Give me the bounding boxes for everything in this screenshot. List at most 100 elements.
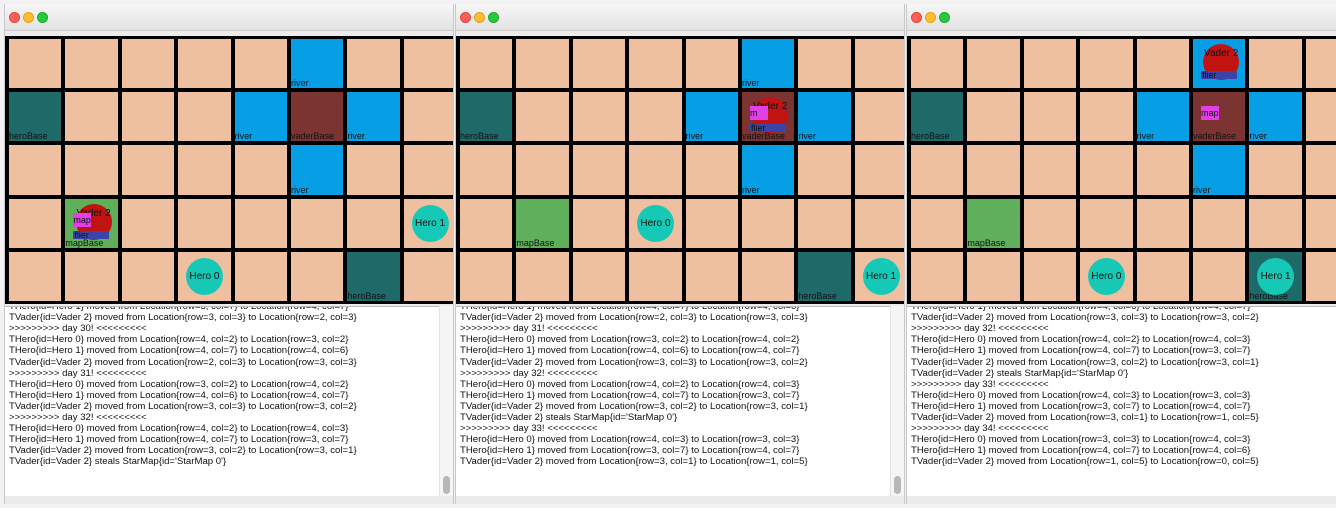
grid-cell: [572, 39, 626, 89]
river-cell: river: [1136, 92, 1189, 142]
grid-cell: [1080, 39, 1133, 89]
log-scrollbar[interactable]: [890, 306, 904, 496]
grid-cell: [1249, 198, 1302, 248]
grid-cell: [121, 39, 175, 89]
hero-token: Hero 1: [411, 204, 449, 242]
cell-label: heroBase: [9, 131, 48, 142]
star-map-token: m: [750, 106, 768, 121]
grid-cell: [347, 198, 400, 248]
grid-cell: [685, 39, 738, 89]
grid-cell: [629, 251, 682, 301]
heroBase-cell: heroBase: [460, 92, 513, 142]
minimize-window-button[interactable]: [925, 12, 936, 23]
flier-token: flier: [73, 230, 110, 239]
grid-cell: [1305, 251, 1336, 301]
game-window-1: river heroBase river vaderBase river river map…: [4, 4, 454, 504]
grid-cell: [403, 92, 453, 142]
hero-token: Hero 1: [862, 257, 900, 295]
grid-cell: [798, 198, 851, 248]
log-scrollbar-thumb[interactable]: [894, 476, 901, 494]
zoom-window-button[interactable]: [939, 12, 950, 23]
cell-label: vaderBase: [1193, 131, 1237, 142]
event-log[interactable]: THero{id=Hero 1} moved from Location{row…: [5, 306, 453, 497]
grid-cell: [121, 145, 175, 195]
grid-cell: [121, 92, 175, 142]
grid-cell: [9, 198, 62, 248]
grid-cell: [291, 251, 344, 301]
flier-token: flier: [750, 124, 786, 133]
close-window-button[interactable]: [460, 12, 471, 23]
grid-cell: [234, 198, 287, 248]
grid-cell: [1193, 198, 1246, 248]
grid-cell: [1305, 198, 1336, 248]
title-bar: [5, 4, 453, 31]
game-board: heroBase river vaderBase river river mapBase h…: [907, 36, 1336, 304]
window-bottom-edge: [5, 496, 453, 504]
grid-cell: [1193, 251, 1246, 301]
cell-label: river: [234, 131, 253, 142]
grid-cell: [460, 145, 513, 195]
minimize-window-button[interactable]: [23, 12, 34, 23]
grid-cell: [685, 198, 738, 248]
river-cell: river: [347, 92, 400, 142]
cell-label: river: [1136, 131, 1155, 142]
grid-cell: [178, 198, 231, 248]
grid-cell: [854, 39, 904, 89]
river-cell: river: [798, 92, 851, 142]
grid-cell: [234, 145, 287, 195]
grid-cell: [911, 145, 964, 195]
hero-token: Hero 0: [636, 204, 674, 242]
grid-cell: [1023, 198, 1077, 248]
grid-cell: [234, 251, 287, 301]
grid-cell: [121, 198, 175, 248]
mapBase-cell: mapBase: [967, 198, 1020, 248]
grid-cell: [629, 92, 682, 142]
grid-cell: [798, 145, 851, 195]
zoom-window-button[interactable]: [488, 12, 499, 23]
game-board: river heroBase river vaderBase river river map…: [5, 36, 453, 304]
cell-label: river: [798, 131, 816, 142]
window-bottom-edge: [456, 496, 904, 504]
grid-cell: [1136, 251, 1189, 301]
grid-cell: [911, 251, 964, 301]
grid-cell: [854, 92, 904, 142]
event-log[interactable]: THero{id=Hero 1} moved from Location{row…: [456, 306, 904, 497]
game-window-3: heroBase river vaderBase river river mapBase h…: [906, 4, 1336, 504]
grid-cell: [516, 92, 569, 142]
cell-label: river: [347, 131, 365, 142]
grid-cell: [967, 145, 1020, 195]
close-window-button[interactable]: [9, 12, 20, 23]
grid-cell: [967, 92, 1020, 142]
grid-cell: [742, 251, 795, 301]
cell-label: river: [1193, 184, 1211, 195]
grid-cell: [121, 251, 175, 301]
cell-label: mapBase: [516, 237, 555, 248]
cell-label: river: [291, 78, 309, 89]
mapBase-cell: mapBase: [516, 198, 569, 248]
cell-label: river: [1249, 131, 1267, 142]
title-bar: [456, 4, 904, 31]
grid-cell: [742, 198, 795, 248]
cell-label: river: [742, 184, 760, 195]
zoom-window-button[interactable]: [37, 12, 48, 23]
heroBase-cell: heroBase: [347, 251, 400, 301]
grid-cell: [911, 198, 964, 248]
grid-cell: [65, 145, 118, 195]
river-cell: river: [1249, 92, 1302, 142]
river-cell: river: [742, 145, 795, 195]
minimize-window-button[interactable]: [474, 12, 485, 23]
star-map-token: map: [73, 212, 92, 227]
log-scrollbar-thumb[interactable]: [443, 476, 450, 494]
river-cell: river: [1193, 145, 1246, 195]
grid-cell: [403, 145, 453, 195]
log-scrollbar[interactable]: [439, 306, 453, 496]
grid-cell: [854, 198, 904, 248]
grid-cell: [1136, 39, 1189, 89]
flier-token: flier: [1201, 71, 1237, 80]
cell-label: river: [742, 78, 760, 89]
grid-cell: [1136, 145, 1189, 195]
event-log[interactable]: THero{id=Hero 1} moved from Location{row…: [907, 306, 1336, 497]
close-window-button[interactable]: [911, 12, 922, 23]
grid-cell: [854, 145, 904, 195]
grid-cell: [1023, 251, 1077, 301]
